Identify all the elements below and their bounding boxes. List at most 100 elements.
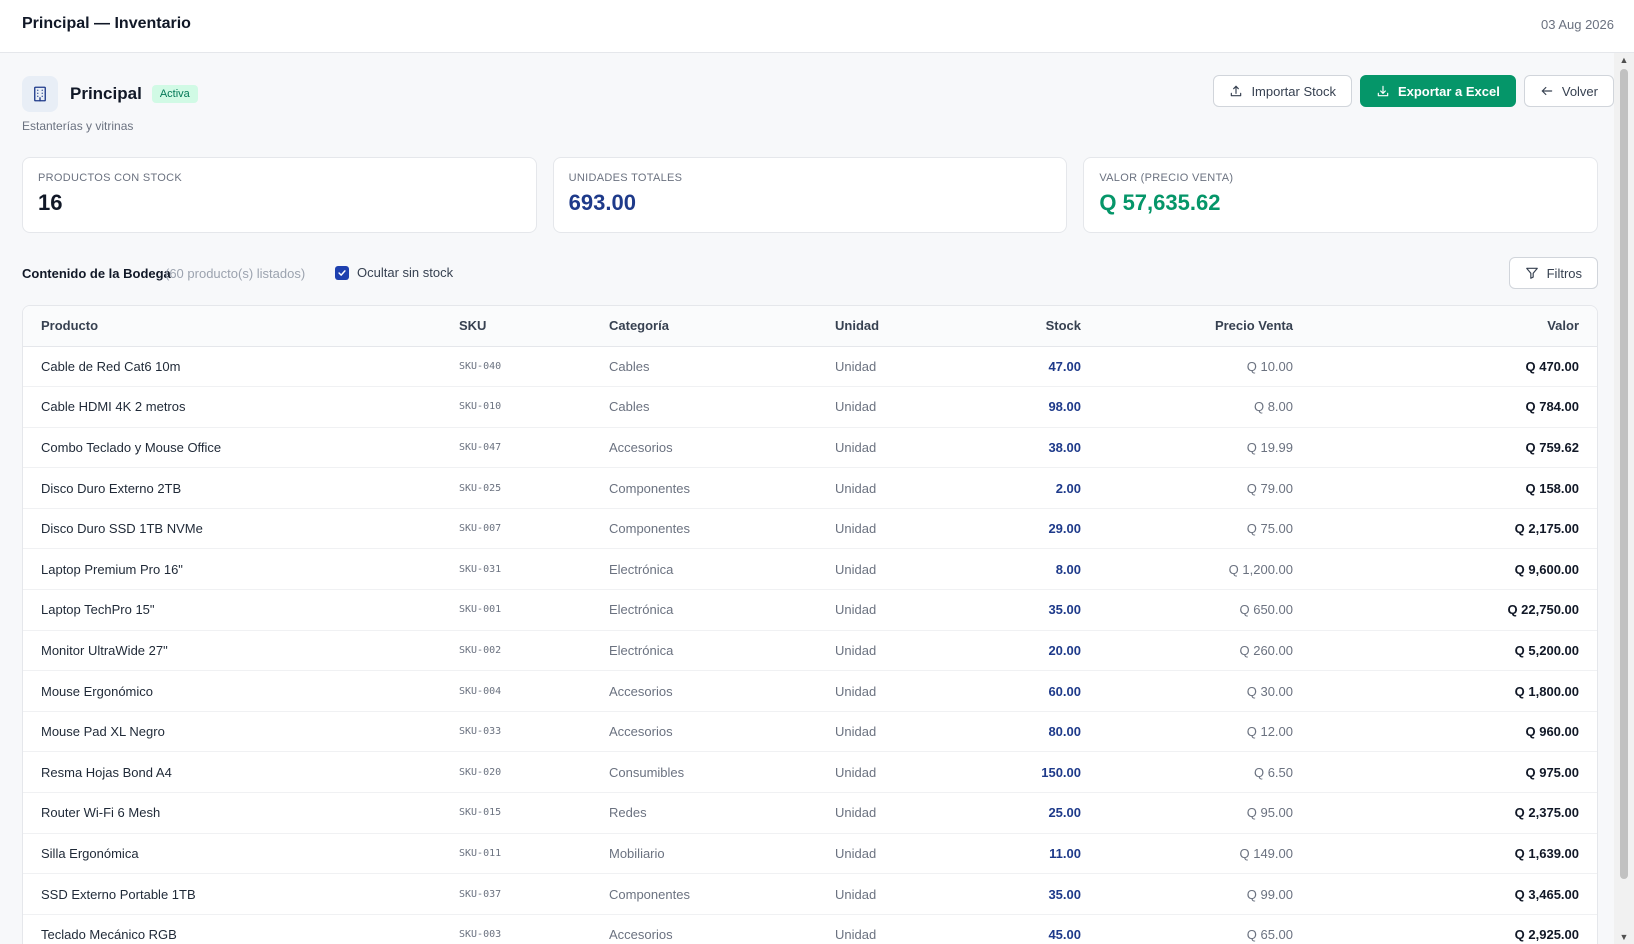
stock-cell: 35.00 (927, 589, 1099, 631)
product-cell: Resma Hojas Bond A4 (23, 751, 441, 794)
stock-cell: 150.00 (927, 751, 1099, 794)
product-cell: Silla Ergonómica (23, 833, 441, 875)
price-cell: Q 6.50 (1099, 751, 1311, 794)
filters-button[interactable]: Filtros (1508, 257, 1598, 289)
unit-cell: Unidad (817, 548, 927, 591)
column-header-sku[interactable]: SKU (441, 306, 591, 347)
price-cell: Q 99.00 (1099, 873, 1311, 915)
value-cell: Q 22,750.00 (1311, 589, 1597, 631)
table-row[interactable]: Mouse Pad XL Negro SKU-033 Accesorios Unida… (23, 711, 1597, 753)
back-label: Volver (1561, 83, 1598, 99)
unit-cell: Unidad (817, 346, 927, 388)
upload-icon (1231, 85, 1242, 97)
table-row[interactable]: Cable de Red Cat6 10m SKU-040 Cables Unidad… (23, 346, 1597, 388)
hide-no-stock-checkbox[interactable] (335, 265, 349, 280)
product-cell: Cable de Red Cat6 10m (23, 346, 441, 388)
export-excel-button[interactable]: Exportar a Excel (1359, 75, 1516, 107)
top-bar: Principal — Inventario 03 Aug 2026 (0, 0, 1634, 53)
table-row[interactable]: Resma Hojas Bond A4 SKU-020 Consumibles Uni… (23, 751, 1597, 794)
sku-cell: SKU-047 (441, 427, 591, 469)
stat-value: 693.00 (568, 190, 636, 215)
import-stock-button[interactable]: Importar Stock (1213, 75, 1352, 107)
scroll-up-icon[interactable]: ▲ (1619, 55, 1629, 65)
price-cell: Q 75.00 (1099, 508, 1311, 550)
status-badge: Activa (151, 85, 198, 103)
scrollbar[interactable]: ▲ ▼ (1614, 53, 1634, 944)
hide-no-stock-label: Ocultar sin stock (357, 265, 454, 280)
column-header-stock[interactable]: Stock (927, 306, 1099, 347)
category-cell: Electrónica (591, 630, 817, 672)
current-date: 03 Aug 2026 (1540, 17, 1614, 32)
table-row[interactable]: Laptop Premium Pro 16" SKU-031 Electrónica… (23, 548, 1597, 591)
column-header-price[interactable]: Precio Venta (1099, 306, 1311, 347)
export-excel-label: Exportar a Excel (1397, 83, 1500, 99)
value-cell: Q 2,925.00 (1311, 914, 1597, 944)
category-cell: Consumibles (591, 751, 817, 794)
stock-cell: 45.00 (927, 914, 1099, 944)
category-cell: Electrónica (591, 548, 817, 591)
column-header-category[interactable]: Categoría (591, 306, 817, 347)
unit-cell: Unidad (817, 467, 927, 509)
sku-cell: SKU-007 (441, 508, 591, 550)
unit-cell: Unidad (817, 873, 927, 915)
sku-cell: SKU-011 (441, 833, 591, 875)
product-cell: Monitor UltraWide 27" (23, 630, 441, 672)
value-cell: Q 9,600.00 (1311, 548, 1597, 591)
import-stock-label: Importar Stock (1251, 83, 1336, 99)
table-row[interactable]: Router Wi-Fi 6 Mesh SKU-015 Redes Unidad 25.… (23, 792, 1597, 834)
sku-cell: SKU-003 (441, 914, 591, 944)
table-row[interactable]: Teclado Mecánico RGB SKU-003 Accesorios Uni… (23, 914, 1597, 944)
table-row[interactable]: Disco Duro Externo 2TB SKU-025 Componentes… (23, 467, 1597, 509)
value-cell: Q 1,639.00 (1311, 833, 1597, 875)
scroll-down-icon[interactable]: ▼ (1619, 932, 1629, 942)
price-cell: Q 260.00 (1099, 630, 1311, 672)
table-row[interactable]: Combo Teclado y Mouse Office SKU-047 Acces… (23, 427, 1597, 469)
column-header-value[interactable]: Valor (1311, 306, 1597, 347)
category-cell: Accesorios (591, 670, 817, 712)
unit-cell: Unidad (817, 630, 927, 672)
download-icon (1377, 85, 1389, 97)
unit-cell: Unidad (817, 386, 927, 428)
back-button[interactable]: Volver (1523, 75, 1614, 107)
value-cell: Q 975.00 (1311, 751, 1597, 794)
table-row[interactable]: Laptop TechPro 15" SKU-001 Electrónica Unid… (23, 589, 1597, 631)
sku-cell: SKU-002 (441, 630, 591, 672)
warehouse-header: Principal Activa (22, 75, 198, 113)
stats-row: PRODUCTOS CON STOCK 16 UNIDADES TOTALES … (22, 157, 1599, 233)
hide-no-stock-toggle[interactable]: Ocultar sin stock (335, 265, 453, 280)
price-cell: Q 19.99 (1099, 427, 1311, 469)
product-count: (60 producto(s) listados) (165, 266, 306, 281)
product-cell: Laptop TechPro 15" (23, 589, 441, 631)
unit-cell: Unidad (817, 711, 927, 753)
stat-value: 16 (38, 190, 63, 215)
filters-label: Filtros (1546, 265, 1582, 281)
category-cell: Cables (591, 386, 817, 428)
unit-cell: Unidad (817, 427, 927, 469)
main-content: Principal Activa Estanterías y vitrinas … (0, 53, 1614, 944)
unit-cell: Unidad (817, 833, 927, 875)
price-cell: Q 1,200.00 (1099, 548, 1311, 591)
table-row[interactable]: Monitor UltraWide 27" SKU-002 Electrónica U… (23, 630, 1597, 672)
stat-label: UNIDADES TOTALES (568, 172, 683, 184)
table-row[interactable]: SSD Externo Portable 1TB SKU-037 Component… (23, 873, 1597, 915)
arrow-left-icon (1541, 86, 1553, 96)
table-row[interactable]: Cable HDMI 4K 2 metros SKU-010 Cables Unida… (23, 386, 1597, 428)
stat-label: VALOR (PRECIO VENTA) (1099, 172, 1234, 184)
product-cell: SSD Externo Portable 1TB (23, 873, 441, 915)
table-row[interactable]: Disco Duro SSD 1TB NVMe SKU-007 Componente… (23, 508, 1597, 550)
value-cell: Q 5,200.00 (1311, 630, 1597, 672)
category-cell: Accesorios (591, 427, 817, 469)
stock-cell: 35.00 (927, 873, 1099, 915)
category-cell: Componentes (591, 508, 817, 550)
column-header-unit[interactable]: Unidad (817, 306, 927, 347)
product-cell: Laptop Premium Pro 16" (23, 548, 441, 591)
sku-cell: SKU-015 (441, 792, 591, 834)
table-row[interactable]: Mouse Ergonómico SKU-004 Accesorios Unidad 6… (23, 670, 1597, 712)
table-row[interactable]: Silla Ergonómica SKU-011 Mobiliario Unidad 1… (23, 833, 1597, 875)
inventory-table: Producto SKU Categoría Unidad Stock Prec… (22, 305, 1598, 944)
value-cell: Q 960.00 (1311, 711, 1597, 753)
category-cell: Cables (591, 346, 817, 388)
scrollbar-thumb[interactable] (1620, 69, 1628, 879)
column-header-product[interactable]: Producto (23, 306, 441, 347)
value-cell: Q 759.62 (1311, 427, 1597, 469)
